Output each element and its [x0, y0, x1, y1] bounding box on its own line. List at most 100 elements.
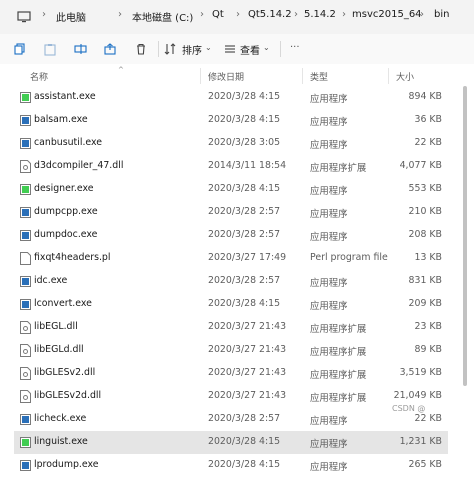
file-type: 应用程序 [310, 117, 348, 128]
qt-exe-icon [20, 184, 31, 195]
more-options-button[interactable]: ··· [290, 42, 300, 53]
file-date: 2020/3/27 21:43 [208, 344, 287, 355]
view-button[interactable]: 查看 [240, 42, 260, 57]
file-row[interactable]: canbusutil.exe 2020/3/28 3:05 应用程序 22 KB [14, 132, 448, 155]
file-row[interactable]: libEGL.dll 2020/3/27 21:43 应用程序扩展 23 KB [14, 316, 448, 339]
qt-exe-icon [20, 92, 31, 103]
file-name: fixqt4headers.pl [34, 252, 111, 263]
view-icon [220, 39, 240, 59]
file-size: 4,077 KB [399, 160, 442, 171]
file-date: 2020/3/28 4:15 [208, 459, 281, 470]
file-row-highlighted[interactable]: linguist.exe 2020/3/28 4:15 应用程序 1,231 K… [14, 431, 448, 454]
vertical-scrollbar[interactable] [463, 86, 467, 386]
column-name[interactable]: 名称 [30, 70, 48, 83]
file-type: 应用程序扩展 [310, 370, 367, 381]
breadcrumb-qt5142[interactable]: Qt5.14.2 [248, 9, 292, 20]
watermark: CSDN @ [392, 404, 426, 413]
file-row[interactable]: lconvert.exe 2020/3/28 4:15 应用程序 209 KB [14, 293, 448, 316]
file-date: 2020/3/28 2:57 [208, 206, 281, 217]
paste-icon[interactable] [40, 39, 60, 59]
file-row[interactable]: fixqt4headers.pl 2020/3/27 17:49 Perl pr… [14, 247, 448, 270]
file-name: dumpdoc.exe [34, 229, 98, 240]
file-row[interactable]: d3dcompiler_47.dll 2014/3/11 18:54 应用程序扩… [14, 155, 448, 178]
breadcrumb-separator: › [200, 9, 204, 20]
rename-icon[interactable] [70, 39, 90, 59]
file-row[interactable]: dumpcpp.exe 2020/3/28 2:57 应用程序 210 KB [14, 201, 448, 224]
file-type: Perl program file [310, 252, 388, 263]
file-date: 2020/3/27 17:49 [208, 252, 287, 263]
command-bar: 排序 ⌄ 查看 ⌄ ··· [0, 34, 474, 65]
file-type: 应用程序 [310, 439, 348, 450]
column-divider[interactable] [302, 68, 303, 84]
file-row[interactable]: balsam.exe 2020/3/28 4:15 应用程序 36 KB [14, 109, 448, 132]
qt-exe-icon [20, 437, 31, 448]
file-size: 1,231 KB [399, 436, 442, 447]
copy-icon[interactable] [10, 39, 30, 59]
file-size: 553 KB [408, 183, 442, 194]
file-type: 应用程序 [310, 94, 348, 105]
file-type: 应用程序 [310, 416, 348, 427]
file-row[interactable]: designer.exe 2020/3/28 4:15 应用程序 553 KB [14, 178, 448, 201]
file-size: 23 KB [414, 321, 443, 332]
breadcrumb-this-pc[interactable]: 此电脑 [56, 9, 86, 24]
file-size: 894 KB [408, 91, 442, 102]
file-type: 应用程序扩展 [310, 324, 367, 335]
file-name: d3dcompiler_47.dll [34, 160, 124, 171]
share-icon[interactable] [100, 39, 120, 59]
breadcrumb-local-disk[interactable]: 本地磁盘 (C:) [132, 9, 193, 24]
file-size: 36 KB [414, 114, 443, 125]
file-row[interactable]: lprodump.exe 2020/3/28 4:15 应用程序 265 KB [14, 454, 448, 477]
file-name: licheck.exe [34, 413, 87, 424]
file-name: libEGL.dll [34, 321, 78, 332]
file-type: 应用程序 [310, 140, 348, 151]
dll-icon [20, 160, 31, 173]
address-bar[interactable]: › 此电脑 › 本地磁盘 (C:) › Qt › Qt5.14.2 › 5.14… [0, 0, 474, 35]
file-size: 89 KB [414, 344, 443, 355]
file-type: 应用程序 [310, 209, 348, 220]
monitor-icon[interactable] [14, 7, 34, 27]
file-name: linguist.exe [34, 436, 88, 447]
file-row[interactable]: dumpdoc.exe 2020/3/28 2:57 应用程序 208 KB [14, 224, 448, 247]
file-size: 208 KB [408, 229, 442, 240]
breadcrumb-separator: › [236, 9, 240, 20]
chevron-down-icon[interactable]: ⌄ [205, 43, 212, 52]
column-size[interactable]: 大小 [396, 70, 414, 83]
file-name: canbusutil.exe [34, 137, 103, 148]
file-name: libGLESv2.dll [34, 367, 96, 378]
file-date: 2020/3/28 4:15 [208, 436, 281, 447]
file-row[interactable]: assistant.exe 2020/3/28 4:15 应用程序 894 KB [14, 86, 448, 109]
file-name: assistant.exe [34, 91, 96, 102]
breadcrumb-separator: › [118, 9, 122, 20]
file-date: 2020/3/28 4:15 [208, 91, 281, 102]
dll-icon [20, 344, 31, 357]
file-row[interactable]: libGLESv2.dll 2020/3/27 21:43 应用程序扩展 3,5… [14, 362, 448, 385]
column-date[interactable]: 修改日期 [208, 70, 244, 83]
toolbar-divider [158, 41, 159, 57]
file-name: libEGLd.dll [34, 344, 84, 355]
column-divider[interactable] [388, 68, 389, 84]
breadcrumb-5142[interactable]: 5.14.2 [304, 9, 336, 20]
breadcrumb-qt[interactable]: Qt [212, 9, 224, 20]
sort-button[interactable]: 排序 [182, 42, 202, 57]
file-size: 13 KB [414, 252, 443, 263]
breadcrumb-separator: › [342, 9, 346, 20]
toolbar-divider [280, 41, 281, 57]
file-size: 210 KB [408, 206, 442, 217]
column-divider[interactable] [200, 68, 201, 84]
file-date: 2020/3/27 21:43 [208, 367, 287, 378]
breadcrumb-msvc[interactable]: msvc2015_64 [352, 9, 422, 20]
column-type[interactable]: 类型 [310, 70, 328, 83]
file-size: 265 KB [408, 459, 442, 470]
file-row[interactable]: idc.exe 2020/3/28 2:57 应用程序 831 KB [14, 270, 448, 293]
file-row[interactable]: libEGLd.dll 2020/3/27 21:43 应用程序扩展 89 KB [14, 339, 448, 362]
file-name: idc.exe [34, 275, 68, 286]
file-type: 应用程序扩展 [310, 163, 367, 174]
breadcrumb-bin[interactable]: bin [434, 9, 449, 20]
file-date: 2014/3/11 18:54 [208, 160, 287, 171]
file-row[interactable]: libGLESv2d.dll 2020/3/27 21:43 应用程序扩展 21… [14, 385, 448, 408]
file-date: 2020/3/28 2:57 [208, 413, 281, 424]
file-date: 2020/3/28 2:57 [208, 275, 281, 286]
file-date: 2020/3/28 2:57 [208, 229, 281, 240]
chevron-down-icon[interactable]: ⌄ [263, 43, 270, 52]
trash-icon[interactable] [131, 39, 151, 59]
